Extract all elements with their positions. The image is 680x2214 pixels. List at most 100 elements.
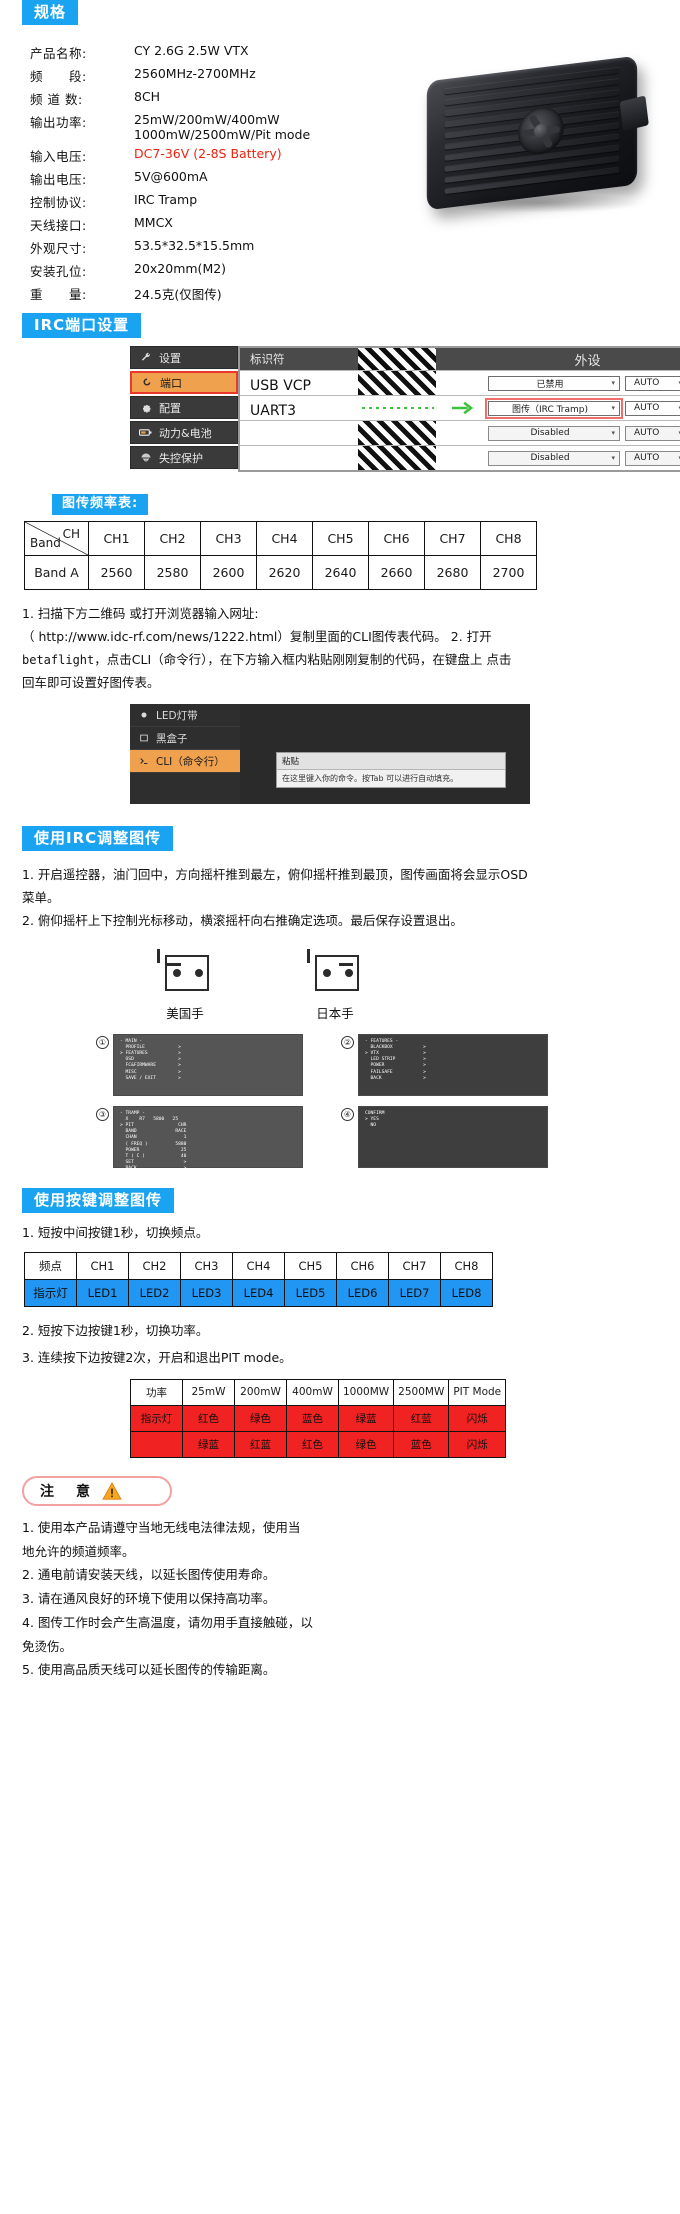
row-controls: 已禁用 AUTO bbox=[482, 371, 680, 395]
osd-step-number: ③ bbox=[96, 1107, 109, 1121]
peripheral-select[interactable]: Disabled bbox=[488, 425, 620, 441]
baud-select[interactable]: AUTO bbox=[625, 375, 680, 391]
sidebar-item-ports[interactable]: 端口 bbox=[130, 371, 238, 394]
cli-input-tooltip: 粘贴 在这里键入你的命令。按Tab 可以进行自动填充。 bbox=[276, 752, 506, 789]
sidebar-item-settings[interactable]: 设置 bbox=[130, 346, 238, 369]
sidebar-item-failsafe[interactable]: 失控保护 bbox=[130, 446, 238, 469]
spec-value: 24.5克(仅图传) bbox=[134, 287, 222, 302]
osd-line: NO bbox=[365, 1122, 377, 1128]
cli-step1e: 回车即可设置好图传表。 bbox=[22, 675, 160, 691]
dotted-cell bbox=[358, 396, 436, 420]
cli-betaflight-word: betaflight bbox=[22, 652, 95, 667]
spec-row: 重 量: 24.5克(仅图传) bbox=[30, 282, 310, 305]
sidebar-item-power-battery[interactable]: 动力&电池 bbox=[130, 421, 238, 444]
ports-table-header: 标识符 外设 bbox=[240, 348, 680, 370]
table-row: USB VCP 已禁用 AUTO bbox=[240, 370, 680, 395]
spacer-cell bbox=[436, 446, 482, 470]
freq-channel-header: CH8 bbox=[480, 520, 537, 556]
green-dotted-line bbox=[362, 407, 434, 409]
led-value: LED6 bbox=[336, 1278, 389, 1307]
peripheral-select-vtx[interactable]: 图传（IRC Tramp) bbox=[485, 397, 623, 419]
power-color: 闪烁 bbox=[448, 1404, 507, 1432]
spacer-cell bbox=[436, 371, 482, 395]
power-led-table: 功率 25mW 200mW 400mW 1000MW 2500MW PIT Mo… bbox=[130, 1378, 507, 1458]
spec-value-line2: 1000mW/2500mW/Pit mode bbox=[134, 127, 311, 142]
cli-sidebar-label: LED灯带 bbox=[156, 709, 198, 722]
port-identifier bbox=[240, 421, 358, 445]
table-row: Disabled AUTO bbox=[240, 420, 680, 445]
spec-label: 频 道 数: bbox=[30, 92, 83, 107]
corner-band-label: Band bbox=[30, 535, 61, 550]
baud-select[interactable]: AUTO bbox=[625, 450, 680, 466]
cli-sidebar-item-led[interactable]: LED灯带 bbox=[130, 704, 240, 728]
led-value: LED5 bbox=[284, 1278, 337, 1307]
spec-value: 8CH bbox=[134, 89, 161, 104]
table-row: UART3 图传（IRC Tramp) AUTO bbox=[240, 395, 680, 420]
button-step-2: 2. 短按下边按键1秒，切换功率。 bbox=[22, 1319, 658, 1342]
spacer-column bbox=[436, 348, 482, 370]
freq-band-label: Band A bbox=[24, 554, 89, 590]
notice-list: 1. 使用本产品请遵守当地无线电法律法规，使用当 地允许的频道频率。 2. 通电… bbox=[22, 1516, 658, 1682]
notice-item: 2. 通电前请安装天线，以延长图传使用寿命。 bbox=[22, 1567, 276, 1583]
spec-value-line1: 25mW/200mW/400mW bbox=[134, 112, 280, 127]
cli-console[interactable]: 粘贴 在这里键入你的命令。按Tab 可以进行自动填充。 bbox=[240, 704, 530, 805]
spec-label: 输出功率: bbox=[30, 115, 87, 130]
freq-channel-header: CH1 bbox=[88, 520, 145, 556]
freq-value: 2700 bbox=[480, 554, 537, 590]
button-step-1: 1. 短按中间按键1秒，切换频点。 bbox=[22, 1221, 658, 1244]
baud-select[interactable]: AUTO bbox=[625, 400, 680, 416]
cli-sidebar-item-cli[interactable]: CLI（命令行） bbox=[130, 750, 240, 774]
power-header: 200mW bbox=[234, 1378, 287, 1406]
spec-label: 天线接口: bbox=[30, 218, 87, 233]
cli-sidebar-item-blackbox[interactable]: 黑盒子 bbox=[130, 727, 240, 751]
led-data-row: 指示灯 LED1 LED2 LED3 LED4 LED5 LED6 LED7 L… bbox=[24, 1278, 493, 1307]
arrow-cell bbox=[436, 396, 482, 420]
spec-value: CY 2.6G 2.5W VTX bbox=[134, 43, 249, 58]
peripheral-select[interactable]: Disabled bbox=[488, 450, 620, 466]
button-adjust-heading-wrap: 使用按键调整图传 bbox=[22, 1187, 680, 1213]
sidebar-label: 设置 bbox=[159, 351, 181, 365]
ports-heading-wrap: IRC端口设置 bbox=[22, 313, 680, 338]
button-line3: 3. 连续按下边按键2次，开启和退出PIT mode。 bbox=[22, 1349, 292, 1365]
notice-item: 地允许的频道频率。 bbox=[22, 1543, 135, 1559]
channel-header: CH8 bbox=[440, 1251, 493, 1280]
peripheral-select[interactable]: 已禁用 bbox=[488, 375, 620, 391]
power-color: 绿蓝 bbox=[337, 1404, 395, 1432]
warning-icon bbox=[102, 1481, 122, 1500]
osd-item-1: ① - MAIN - PROFILE > > FEATURES > OSD > … bbox=[96, 1033, 303, 1096]
power-color: 红色 bbox=[286, 1430, 339, 1458]
spec-label: 输入电压: bbox=[30, 149, 87, 164]
sidebar-item-configuration[interactable]: 配置 bbox=[130, 396, 238, 419]
spec-row: 输出电压: 5V@600mA bbox=[30, 167, 310, 190]
product-manual-page: 规格 产品名称: CY 2.6G 2.5W VTX 频 段: 2560MHz-2… bbox=[0, 0, 680, 1702]
osd-screen-main: - MAIN - PROFILE > > FEATURES > OSD > FC… bbox=[113, 1033, 303, 1096]
spec-label: 外观尺寸: bbox=[30, 241, 87, 256]
power-header: PIT Mode bbox=[448, 1378, 507, 1406]
green-arrow-icon bbox=[452, 401, 474, 415]
baud-select[interactable]: AUTO bbox=[625, 425, 680, 441]
spacer-cell bbox=[436, 421, 482, 445]
notice-title: 注 意 bbox=[40, 1483, 94, 1500]
osd-line: BACK > bbox=[120, 1166, 187, 1172]
freq-value: 2680 bbox=[424, 554, 481, 590]
spec-table: 产品名称: CY 2.6G 2.5W VTX 频 段: 2560MHz-2700… bbox=[30, 41, 310, 305]
hatched-cell bbox=[358, 371, 436, 395]
spec-value: 53.5*32.5*15.5mm bbox=[134, 238, 255, 253]
led-channel-table: 频点 CH1 CH2 CH3 CH4 CH5 CH6 CH7 CH8 指示灯 L… bbox=[24, 1251, 493, 1307]
betaflight-sidebar: 设置 端口 配置 动力&电池 失控保护 bbox=[130, 346, 238, 471]
port-identifier: USB VCP bbox=[250, 378, 311, 394]
power-row-empty bbox=[130, 1430, 183, 1458]
spec-label: 频 段: bbox=[30, 69, 87, 84]
button-step-3: 3. 连续按下边按键2次，开启和退出PIT mode。 bbox=[22, 1346, 658, 1369]
button-line1: 1. 短按中间按键1秒，切换频点。 bbox=[22, 1224, 209, 1240]
cli-step1d: ，点击CLI（命令行），在下方输入框内粘贴刚刚复制的代码，在键盘上 点击 bbox=[94, 651, 512, 667]
led-value: LED1 bbox=[76, 1278, 129, 1307]
spec-value-voltage: DC7-36V (2-8S Battery) bbox=[134, 146, 282, 161]
irc-line1b: 菜单。 bbox=[22, 890, 60, 906]
freq-heading: 图传频率表: bbox=[52, 494, 149, 515]
spec-value: 2560MHz-2700MHz bbox=[134, 66, 256, 81]
osd-row-2: ③ - TRAMP - X R7 5800 25 > PIT CHR BAND … bbox=[96, 1105, 586, 1171]
cli-tip-title: 粘贴 bbox=[277, 753, 505, 771]
channel-header: CH7 bbox=[388, 1251, 441, 1280]
corner-ch-label: CH bbox=[62, 526, 80, 541]
